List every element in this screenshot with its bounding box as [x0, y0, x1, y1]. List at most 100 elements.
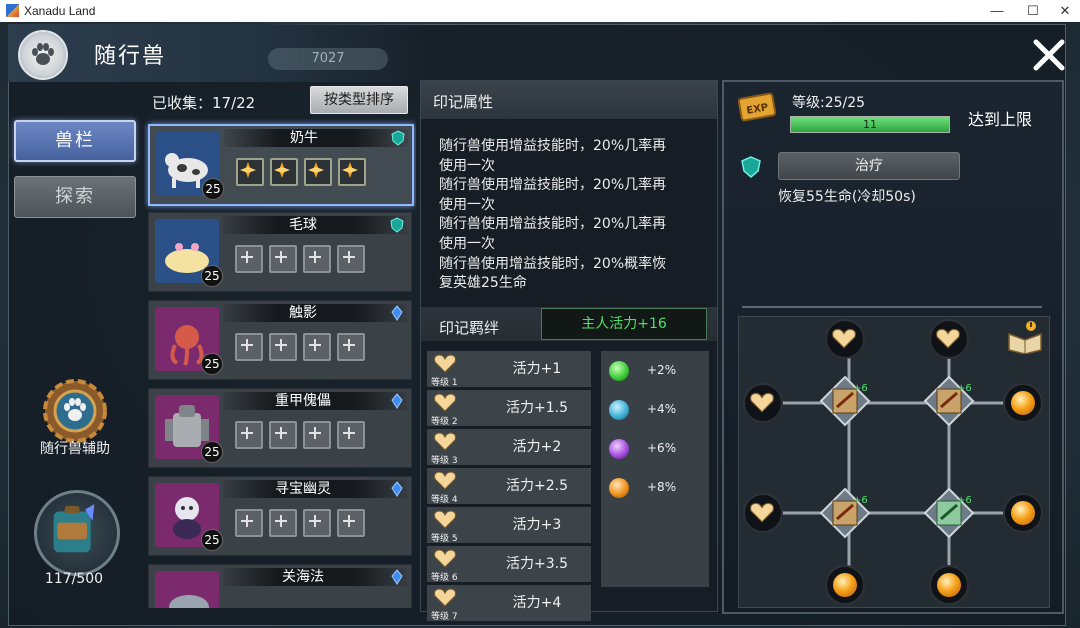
seal-slot[interactable] — [338, 158, 366, 186]
orange-orb-icon — [609, 478, 629, 498]
orb-row: +2% — [609, 355, 705, 385]
skill-description: 恢复55生命(冷却50s) — [778, 189, 916, 205]
maximize-button[interactable]: ☐ — [1016, 0, 1050, 22]
collected-count: 已收集：17/22 — [152, 94, 256, 112]
pet-card[interactable]: 毛球 25 — [148, 212, 412, 292]
shield-gem-icon — [741, 156, 761, 178]
heart-icon — [434, 549, 456, 568]
empty-seal-slot[interactable] — [269, 333, 297, 361]
orb-bonus-list: +2% +4% +6% +8% — [601, 351, 709, 587]
empty-seal-slot[interactable] — [269, 509, 297, 537]
pet-card[interactable]: 寻宝幽灵 25 — [148, 476, 412, 556]
pet-card[interactable]: 重甲傀儡 25 — [148, 388, 412, 468]
exp-bar: 11 — [790, 116, 950, 133]
pet-card[interactable]: 关海法 — [148, 564, 412, 608]
skill-heal-button[interactable]: 治疗 — [778, 152, 960, 180]
blue-crystal-icon — [391, 481, 403, 497]
gold-orb-node[interactable] — [825, 565, 865, 605]
heart-node[interactable] — [825, 319, 865, 359]
svg-text:+6: +6 — [853, 383, 868, 394]
empty-seal-slot[interactable] — [269, 245, 297, 273]
bond-level-row: 等级 6 活力+3.5 — [427, 546, 591, 583]
page-title: 随行兽 — [94, 44, 167, 69]
pet-list[interactable]: 奶牛 25 毛球 25 触影 25 重甲傀儡 25 寻宝幽灵 25 关海法 — [144, 118, 416, 608]
green-orb-icon — [609, 361, 629, 381]
empty-seal-slot[interactable] — [235, 245, 263, 273]
bond-level-row: 等级 2 活力+1.5 — [427, 390, 591, 427]
blue-crystal-icon — [391, 305, 403, 321]
background-counter: 7027 — [268, 48, 388, 70]
seal-socket[interactable]: +6 — [819, 375, 871, 427]
heart-icon — [434, 354, 456, 373]
empty-seal-slot[interactable] — [235, 333, 263, 361]
seal-socket[interactable]: +6 — [819, 487, 871, 539]
seal-panel: 印记属性 随行兽使用增益技能时，20%几率再 使用一次 随行兽使用增益技能时，2… — [420, 80, 718, 622]
heart-node[interactable] — [929, 319, 969, 359]
svg-text:+6: +6 — [853, 495, 868, 506]
seal-slot[interactable] — [304, 158, 332, 186]
empty-seal-slot[interactable] — [337, 509, 365, 537]
gold-orb-node[interactable] — [1003, 383, 1043, 423]
backpack-icon[interactable] — [34, 490, 120, 576]
seal-slot[interactable] — [270, 158, 298, 186]
gold-orb-node[interactable] — [929, 565, 969, 605]
sort-by-type-button[interactable]: 按类型排序 — [310, 86, 408, 114]
heart-icon — [434, 393, 456, 412]
seal-socket[interactable]: +6 — [923, 375, 975, 427]
bond-level-row: 等级 7 活力+4 — [427, 585, 591, 622]
blue-crystal-icon — [391, 569, 403, 585]
heart-icon — [434, 588, 456, 607]
pet-name: 寻宝幽灵 — [275, 481, 331, 497]
paw-icon — [18, 30, 68, 80]
tab-explore[interactable]: 探索 — [14, 176, 136, 218]
empty-seal-slot[interactable] — [337, 245, 365, 273]
tab-pen[interactable]: 兽栏 — [14, 120, 136, 162]
orb-row: +6% — [609, 433, 705, 463]
gold-orb-node[interactable] — [1003, 493, 1043, 533]
tree-connectors — [779, 353, 1019, 577]
max-level-text: 达到上限 — [968, 110, 1033, 129]
pet-card[interactable]: 触影 25 — [148, 300, 412, 380]
pet-name: 奶牛 — [290, 130, 318, 146]
exp-value: 11 — [863, 118, 877, 131]
svg-text:+6: +6 — [957, 383, 972, 394]
cyan-orb-icon — [609, 400, 629, 420]
empty-seal-slot[interactable] — [303, 421, 331, 449]
empty-seal-slot[interactable] — [303, 509, 331, 537]
empty-seal-slot[interactable] — [303, 333, 331, 361]
orb-row: +4% — [609, 394, 705, 424]
window-close-button[interactable]: ✕ — [1048, 0, 1080, 22]
assist-label[interactable]: 随行兽辅助 — [20, 438, 130, 458]
minimize-button[interactable]: — — [980, 0, 1014, 22]
pet-level: 25 — [201, 441, 223, 463]
bond-level-row: 等级 1 活力+1 — [427, 351, 591, 388]
guide-book-icon[interactable] — [1006, 320, 1044, 354]
heart-node[interactable] — [743, 493, 783, 533]
blue-crystal-icon — [391, 393, 403, 409]
pet-level: 25 — [202, 178, 224, 200]
empty-seal-slot[interactable] — [235, 509, 263, 537]
pet-level: 25 — [201, 353, 223, 375]
seal-slot[interactable] — [236, 158, 264, 186]
pet-level: 25 — [201, 265, 223, 287]
empty-seal-slot[interactable] — [337, 421, 365, 449]
bond-level-row: 等级 5 活力+3 — [427, 507, 591, 544]
empty-seal-slot[interactable] — [235, 421, 263, 449]
window-titlebar: Xanadu Land — ☐ ✕ — [0, 0, 1080, 22]
shield-gem-icon — [390, 217, 404, 233]
seal-tree: +6 +6 +6 +6 — [738, 316, 1050, 608]
game-viewport: 7027 随行兽 兽栏 探索 随行兽辅助 117/500 已收集：17/22 按… — [0, 22, 1080, 628]
seal-socket[interactable]: +6 — [923, 487, 975, 539]
pet-name: 毛球 — [289, 217, 317, 233]
empty-seal-slot[interactable] — [337, 333, 365, 361]
gear-paw-icon[interactable] — [40, 376, 110, 446]
heart-icon — [434, 432, 456, 451]
purple-orb-icon — [609, 439, 629, 459]
close-icon[interactable] — [1030, 36, 1068, 74]
pet-name: 触影 — [289, 305, 317, 321]
empty-seal-slot[interactable] — [269, 421, 297, 449]
app-icon — [6, 4, 19, 17]
pet-card[interactable]: 奶牛 25 — [148, 124, 414, 206]
heart-node[interactable] — [743, 383, 783, 423]
empty-seal-slot[interactable] — [303, 245, 331, 273]
